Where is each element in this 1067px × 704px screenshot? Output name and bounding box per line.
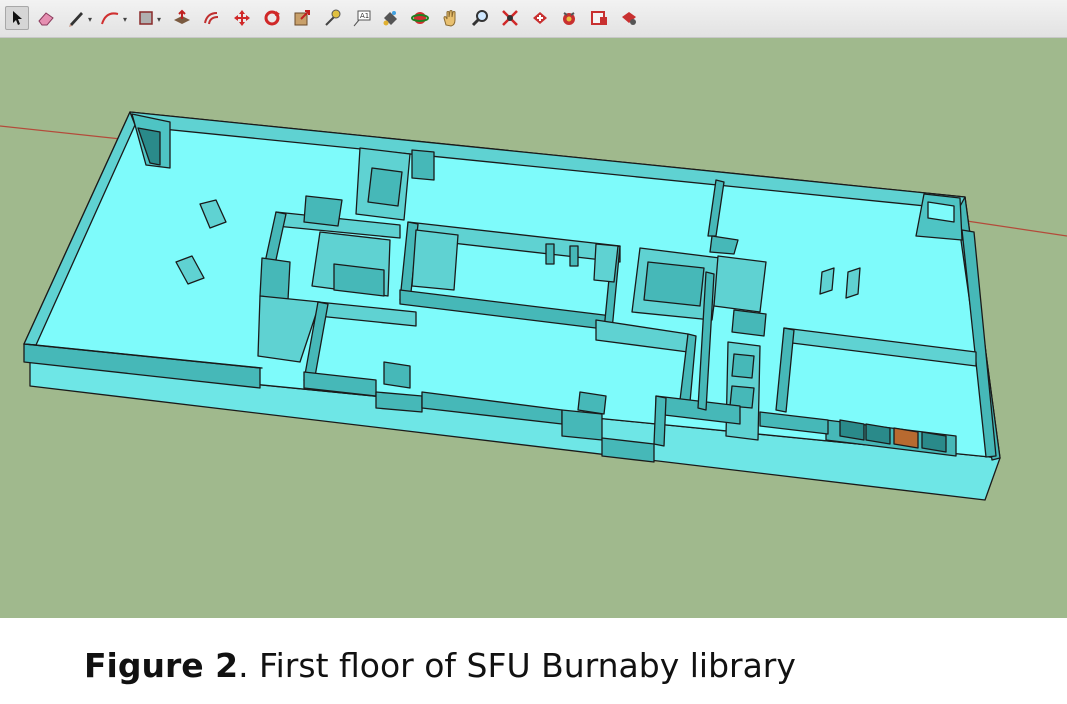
shape-dropdown-caret[interactable]: ▾	[157, 15, 161, 24]
small-room	[259, 257, 291, 301]
push-pull-icon	[174, 9, 190, 24]
pillar	[545, 243, 555, 265]
figure-caption: Figure 2. First floor of SFU Burnaby lib…	[84, 646, 796, 685]
stall	[865, 423, 891, 445]
stall	[839, 419, 865, 441]
push-pull-tool-button[interactable]	[170, 6, 194, 30]
small-room	[577, 391, 607, 415]
room-block-left-inner	[333, 263, 385, 297]
corridor-room	[731, 353, 755, 379]
scale-tool-button[interactable]	[290, 6, 314, 30]
zoom-icon	[471, 10, 488, 27]
small-room	[731, 309, 767, 337]
pan-hand-icon	[443, 10, 456, 27]
zoom-tool-button[interactable]	[468, 6, 492, 30]
stair-room	[411, 149, 435, 181]
offset-icon	[204, 12, 219, 25]
corner-room-right-inner	[927, 201, 955, 223]
red-axis-line-left	[0, 125, 131, 141]
warehouse-share-model-icon	[563, 12, 575, 25]
tape-measure-icon	[325, 9, 341, 26]
pencil-line-icon	[69, 12, 83, 27]
rotate-tool-button[interactable]	[260, 6, 284, 30]
arc-icon	[101, 12, 119, 25]
svg-text:A1: A1	[360, 12, 369, 20]
send-to-layout-button[interactable]	[617, 6, 641, 30]
extension-warehouse-button[interactable]	[587, 6, 611, 30]
warehouse-get-models-icon	[533, 12, 547, 24]
rotate-icon	[264, 10, 280, 26]
small-room	[383, 361, 411, 389]
model-viewport[interactable]	[0, 38, 1067, 618]
extension-warehouse-icon	[591, 11, 607, 25]
stall	[921, 431, 947, 453]
room-back-small-inner	[367, 167, 403, 207]
pan-tool-button[interactable]	[438, 6, 462, 30]
arc-dropdown-caret[interactable]: ▾	[123, 15, 127, 24]
center-sub-room	[593, 243, 619, 283]
move-icon	[234, 10, 250, 26]
column	[845, 267, 861, 299]
sketchup-toolbar: ▾ ▾ ▾ A1	[0, 0, 1067, 38]
arc-tool-button[interactable]	[98, 6, 122, 30]
layout-send-icon	[622, 12, 636, 25]
select-tool-button[interactable]	[5, 6, 29, 30]
pillar	[569, 245, 579, 267]
room-block-right-inner	[643, 261, 705, 307]
move-tool-button[interactable]	[230, 6, 254, 30]
zoom-extents-tool-button[interactable]	[498, 6, 522, 30]
offset-tool-button[interactable]	[200, 6, 224, 30]
stall-highlighted	[893, 427, 919, 449]
small-room	[303, 195, 343, 227]
rectangle-shape-icon	[139, 11, 153, 25]
select-arrow-icon	[13, 11, 22, 25]
eraser-tool-button[interactable]	[34, 6, 58, 30]
shape-tool-button[interactable]	[134, 6, 158, 30]
orbit-tool-button[interactable]	[408, 6, 432, 30]
paint-bucket-tool-button[interactable]	[378, 6, 402, 30]
figure-caption-label: Figure 2	[84, 646, 239, 685]
line-dropdown-caret[interactable]: ▾	[88, 15, 92, 24]
wall-segment	[561, 409, 603, 441]
column	[819, 267, 835, 295]
room-block-right	[713, 255, 767, 313]
text-tool-button[interactable]: A1	[350, 6, 374, 30]
eraser-icon	[38, 12, 54, 26]
share-model-button[interactable]	[557, 6, 581, 30]
zoom-extents-icon	[502, 10, 518, 26]
paint-bucket-icon	[383, 11, 397, 26]
line-tool-button[interactable]	[64, 6, 88, 30]
red-axis-line-right	[959, 219, 1067, 237]
library-floor-model	[0, 111, 1067, 501]
scale-icon	[294, 10, 310, 26]
wall-segment	[653, 395, 667, 447]
tape-measure-tool-button[interactable]	[320, 6, 344, 30]
center-sub-room	[411, 229, 459, 291]
small-room	[709, 235, 739, 255]
wall-segment	[375, 391, 423, 413]
get-models-button[interactable]	[528, 6, 552, 30]
orbit-icon	[411, 12, 429, 24]
text-label-icon: A1	[353, 10, 371, 27]
figure-caption-text: . First floor of SFU Burnaby library	[238, 646, 796, 685]
